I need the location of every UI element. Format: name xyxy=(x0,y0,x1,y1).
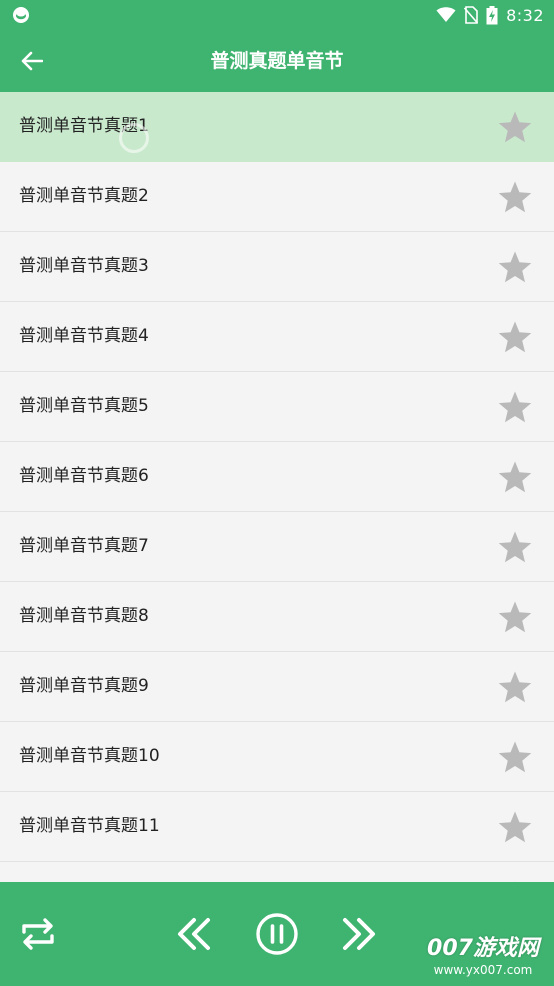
back-arrow-icon xyxy=(21,51,43,71)
star-icon[interactable] xyxy=(497,600,533,634)
list-item[interactable]: 普测单音节真题2 xyxy=(0,162,554,232)
watermark-url: www.yx007.com xyxy=(433,963,533,977)
lesson-list: 普测单音节真题1 普测单音节真题2 普测单音节真题3 普测单音节真题4 普测单音… xyxy=(0,92,554,882)
pause-button[interactable] xyxy=(253,910,301,958)
star-icon[interactable] xyxy=(497,110,533,144)
repeat-icon xyxy=(22,918,54,950)
next-button[interactable] xyxy=(337,912,381,956)
status-time: 8:32 xyxy=(506,5,544,25)
list-item-label: 普测单音节真题3 xyxy=(19,256,149,276)
wifi-icon xyxy=(436,7,456,22)
list-item-label: 普测单音节真题4 xyxy=(19,326,149,346)
status-bar: 8:32 xyxy=(0,0,554,30)
list-item[interactable]: 普测单音节真题7 xyxy=(0,512,554,582)
list-item-label: 普测单音节真题10 xyxy=(19,746,160,766)
app-bar: 普测真题单音节 xyxy=(0,30,554,92)
watermark: 007游戏网 www.yx007.com xyxy=(418,936,548,982)
list-item[interactable]: 普测单音节真题10 xyxy=(0,722,554,792)
star-icon[interactable] xyxy=(497,530,533,564)
star-icon[interactable] xyxy=(497,390,533,424)
list-item[interactable]: 普测单音节真题6 xyxy=(0,442,554,512)
status-icons: 8:32 xyxy=(436,5,544,25)
list-item-label: 普测单音节真题5 xyxy=(19,396,149,416)
star-icon[interactable] xyxy=(497,740,533,774)
list-item[interactable]: 普测单音节真题1 xyxy=(0,92,554,162)
list-item-label: 普测单音节真题11 xyxy=(19,816,160,836)
star-icon[interactable] xyxy=(497,180,533,214)
star-icon[interactable] xyxy=(497,670,533,704)
list-item-partial[interactable] xyxy=(0,862,554,882)
previous-icon xyxy=(178,918,210,950)
star-icon[interactable] xyxy=(497,810,533,844)
star-icon[interactable] xyxy=(497,320,533,354)
previous-button[interactable] xyxy=(172,912,216,956)
repeat-button[interactable] xyxy=(16,912,60,956)
list-item-label: 普测单音节真题7 xyxy=(19,536,149,556)
list-item-label: 普测单音节真题2 xyxy=(19,186,149,206)
list-item[interactable]: 普测单音节真题8 xyxy=(0,582,554,652)
next-icon xyxy=(343,918,375,950)
pause-icon xyxy=(256,913,298,955)
battery-charging-icon xyxy=(486,5,498,24)
list-item[interactable]: 普测单音节真题4 xyxy=(0,302,554,372)
app-notification-icon xyxy=(13,7,29,23)
no-sim-icon xyxy=(464,6,479,24)
watermark-main: 007游戏网 xyxy=(427,936,539,961)
star-icon[interactable] xyxy=(497,250,533,284)
page-title: 普测真题单音节 xyxy=(210,50,344,72)
list-item[interactable]: 普测单音节真题5 xyxy=(0,372,554,442)
list-item-label: 普测单音节真题9 xyxy=(19,676,149,696)
touch-ripple xyxy=(119,123,149,153)
list-item[interactable]: 普测单音节真题11 xyxy=(0,792,554,862)
list-item[interactable]: 普测单音节真题9 xyxy=(0,652,554,722)
list-item-label: 普测单音节真题8 xyxy=(19,606,149,626)
list-item-label: 普测单音节真题6 xyxy=(19,466,149,486)
star-icon[interactable] xyxy=(497,460,533,494)
back-button[interactable] xyxy=(14,45,50,77)
list-item[interactable]: 普测单音节真题3 xyxy=(0,232,554,302)
